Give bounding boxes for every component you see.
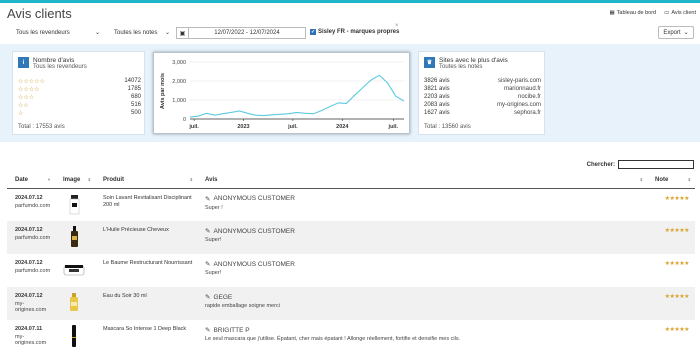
sites-total: Total : 13560 avis: [424, 124, 471, 130]
table-row[interactable]: 2024.07.12 parfumdo.com L'Huile Précieuse…: [7, 221, 695, 254]
top-sites-card: ♛ Sites avec le plus d'avis Toutes les n…: [418, 51, 545, 135]
stars-row: ☆☆☆☆☆ 14072: [18, 78, 141, 85]
table-row[interactable]: 2024.07.12 my-origines.com Eau du Soir 30…: [7, 287, 695, 320]
sites-list: 3826 avis sisley-paris.com 3821 avis mario…: [424, 77, 541, 117]
chevron-down-icon: ⌄: [164, 30, 170, 36]
calendar-icon: ▣: [177, 28, 189, 38]
y-tick-label: 0: [183, 117, 186, 123]
export-button[interactable]: Export ⌄: [658, 26, 694, 39]
dashboard-icon: ▦: [609, 10, 615, 16]
check-icon: ✓: [310, 29, 316, 35]
comment-icon: ▭: [664, 10, 670, 16]
search-input[interactable]: [618, 160, 694, 169]
x-tick-label: 2024: [336, 124, 349, 130]
col-produit[interactable]: Produit ⬍: [95, 173, 197, 189]
sort-desc-icon: ▼: [47, 177, 51, 182]
table-row[interactable]: 2024.07.12 parfumdo.com Le Baume Restruct…: [7, 254, 695, 287]
table-row[interactable]: 2024.07.11 my-origines.com Mascara So Int…: [7, 320, 695, 350]
col-note[interactable]: Note ⬍: [647, 173, 695, 189]
reviews-line-chart: 0 1,000 2,000 3,000 Avis par mois juil. 2023 ju…: [160, 60, 405, 130]
col-image[interactable]: Image ⬍: [55, 173, 95, 189]
sort-icon: ⬍: [87, 177, 91, 182]
sort-icon: ⬍: [189, 177, 193, 182]
filter-bar: Tous les revendeurs ⌄ Toutes les notes ⌄…: [0, 23, 700, 41]
card-title: Sites avec le plus d'avis: [439, 57, 508, 64]
breadcrumb-home[interactable]: ▦ Tableau de bord: [609, 10, 656, 16]
site-row: 2083 avis my-origines.com: [424, 102, 541, 108]
sort-icon: ⬍: [639, 177, 643, 182]
site-row: 3826 avis sisley-paris.com: [424, 78, 541, 84]
stars-row: ☆☆☆ 680: [18, 94, 141, 101]
edit-icon: ✎: [205, 261, 211, 268]
reviews-count-card: i Nombre d'avis Tous les revendeurs ☆☆☆☆…: [12, 51, 145, 135]
notes-select[interactable]: Toutes les notes ⌄: [114, 27, 170, 39]
site-row: 1627 avis sephora.fr: [424, 110, 541, 116]
stars-row: ☆☆☆☆ 1785: [18, 86, 141, 93]
breadcrumb-current[interactable]: ▭ Avis client: [664, 10, 696, 16]
top-accent-bar: [0, 0, 700, 3]
product-image: [63, 265, 85, 276]
col-avis[interactable]: Avis ⬍: [197, 173, 647, 189]
close-icon[interactable]: ×: [395, 23, 399, 29]
edit-icon: ✎: [205, 327, 211, 334]
info-icon: i: [18, 57, 29, 68]
date-range-picker[interactable]: ▣ 12/07/2022 - 12/07/2024: [176, 27, 306, 39]
table-row[interactable]: 2024.07.12 parfumdo.com Soin Lavant Revit…: [7, 188, 695, 221]
x-tick-label: juil.: [287, 124, 298, 130]
y-tick-label: 1,000: [172, 98, 186, 104]
site-row: 3821 avis marionnaud.fr: [424, 86, 541, 92]
sort-icon: ⬍: [687, 177, 691, 182]
chevron-down-icon: ⌄: [683, 30, 689, 36]
x-tick-label: juil.: [188, 124, 199, 130]
product-image: [70, 293, 78, 311]
x-tick-label: 2023: [237, 124, 249, 130]
reviews-total: Total : 17553 avis: [18, 124, 65, 130]
breadcrumb: ▦ Tableau de bord ▭ Avis client: [609, 10, 696, 16]
edit-icon: ✎: [205, 228, 211, 235]
y-tick-label: 3,000: [172, 60, 186, 66]
x-tick-label: juil.: [388, 124, 399, 130]
stars-row: ☆ 500: [18, 110, 141, 117]
chevron-down-icon: ⌄: [94, 30, 100, 36]
col-date[interactable]: Date ▼: [7, 173, 55, 189]
trophy-icon: ♛: [424, 57, 435, 68]
page-title: Avis clients: [7, 6, 72, 21]
reviews-table: Date ▼ Image ⬍ Produit ⬍ Avis ⬍ Note ⬍ 2024.0…: [7, 173, 695, 350]
series-line: [189, 74, 405, 118]
reviews-chart-card: 0 1,000 2,000 3,000 Avis par mois juil. 2023 ju…: [153, 52, 410, 134]
site-row: 2203 avis nocibe.fr: [424, 94, 541, 100]
card-subtitle: Toutes les notes: [439, 64, 483, 70]
stars-breakdown: ☆☆☆☆☆ 14072 ☆☆☆☆ 1785 ☆☆☆ 680 ☆☆ 516 ☆ 500: [18, 77, 141, 117]
product-image: [71, 226, 78, 247]
stars-row: ☆☆ 516: [18, 102, 141, 109]
card-subtitle: Tous les revendeurs: [33, 64, 87, 70]
y-axis-label: Avis par mois: [160, 73, 166, 109]
y-tick-label: 2,000: [172, 79, 186, 85]
revendeurs-select[interactable]: Tous les revendeurs ⌄: [16, 27, 100, 39]
brand-checkbox[interactable]: ✓ Sisley FR - marques propres: [310, 29, 399, 35]
table-search: Chercher:: [587, 160, 694, 169]
edit-icon: ✎: [205, 294, 211, 301]
card-title: Nombre d'avis: [33, 57, 75, 64]
product-image: [69, 194, 80, 214]
product-image: [72, 325, 76, 347]
edit-icon: ✎: [205, 195, 211, 203]
